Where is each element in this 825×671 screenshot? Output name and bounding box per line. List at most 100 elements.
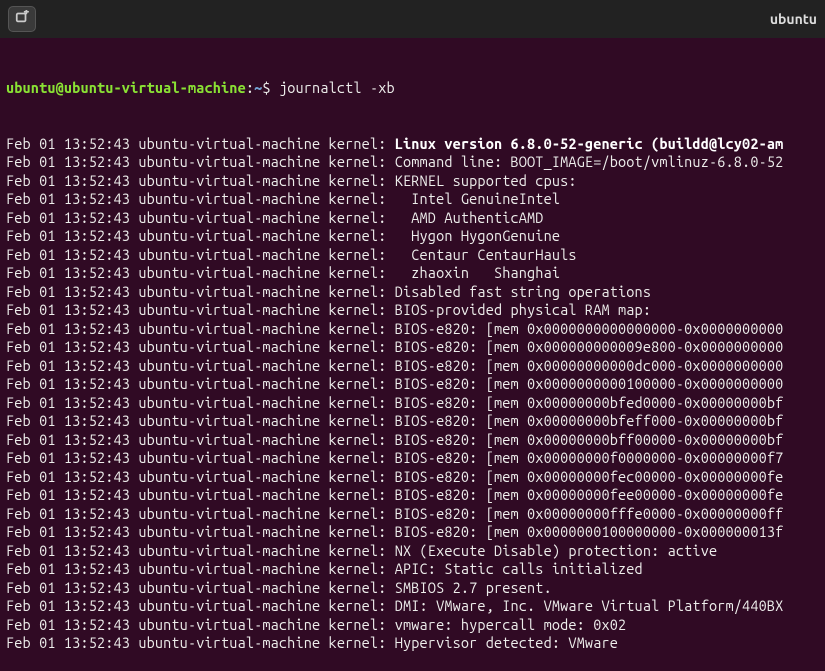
- log-source: kernel:: [329, 153, 395, 170]
- log-line: Feb 01 13:52:43 ubuntu-virtual-machine k…: [6, 227, 819, 246]
- log-message: AMD AuthenticAMD: [395, 209, 544, 226]
- log-host: ubuntu-virtual-machine: [138, 338, 328, 355]
- log-message: Disabled fast string operations: [395, 283, 651, 300]
- log-host: ubuntu-virtual-machine: [138, 172, 328, 189]
- log-timestamp: Feb 01 13:52:43: [6, 394, 138, 411]
- log-line: Feb 01 13:52:43 ubuntu-virtual-machine k…: [6, 431, 819, 450]
- log-line: Feb 01 13:52:43 ubuntu-virtual-machine k…: [6, 486, 819, 505]
- log-host: ubuntu-virtual-machine: [138, 135, 328, 152]
- log-line: Feb 01 13:52:43 ubuntu-virtual-machine k…: [6, 301, 819, 320]
- log-source: kernel:: [329, 301, 395, 318]
- log-source: kernel:: [329, 338, 395, 355]
- log-source: kernel:: [329, 264, 395, 281]
- log-timestamp: Feb 01 13:52:43: [6, 505, 138, 522]
- log-message: BIOS-e820: [mem 0x00000000fee00000-0x000…: [395, 486, 784, 503]
- log-line: Feb 01 13:52:43 ubuntu-virtual-machine k…: [6, 468, 819, 487]
- log-timestamp: Feb 01 13:52:43: [6, 375, 138, 392]
- log-message: BIOS-e820: [mem 0x00000000fffe0000-0x000…: [395, 505, 784, 522]
- prompt-line: ubuntu@ubuntu-virtual-machine:~$ journal…: [6, 79, 819, 98]
- log-host: ubuntu-virtual-machine: [138, 597, 328, 614]
- log-host: ubuntu-virtual-machine: [138, 264, 328, 281]
- log-message: Hypervisor detected: VMware: [395, 634, 618, 651]
- log-host: ubuntu-virtual-machine: [138, 153, 328, 170]
- log-message: Centaur CentaurHauls: [395, 246, 577, 263]
- log-host: ubuntu-virtual-machine: [138, 542, 328, 559]
- log-timestamp: Feb 01 13:52:43: [6, 301, 138, 318]
- log-host: ubuntu-virtual-machine: [138, 523, 328, 540]
- new-tab-button[interactable]: [8, 6, 36, 32]
- log-timestamp: Feb 01 13:52:43: [6, 449, 138, 466]
- log-message: vmware: hypercall mode: 0x02: [395, 616, 627, 633]
- log-line: Feb 01 13:52:43 ubuntu-virtual-machine k…: [6, 634, 819, 653]
- prompt-colon: :: [246, 79, 254, 96]
- log-lines: Feb 01 13:52:43 ubuntu-virtual-machine k…: [6, 135, 819, 653]
- log-timestamp: Feb 01 13:52:43: [6, 542, 138, 559]
- log-line: Feb 01 13:52:43 ubuntu-virtual-machine k…: [6, 172, 819, 191]
- log-source: kernel:: [329, 542, 395, 559]
- log-host: ubuntu-virtual-machine: [138, 616, 328, 633]
- log-host: ubuntu-virtual-machine: [138, 375, 328, 392]
- log-line: Feb 01 13:52:43 ubuntu-virtual-machine k…: [6, 264, 819, 283]
- log-line: Feb 01 13:52:43 ubuntu-virtual-machine k…: [6, 246, 819, 265]
- log-message: NX (Execute Disable) protection: active: [395, 542, 718, 559]
- log-source: kernel:: [329, 634, 395, 651]
- log-source: kernel:: [329, 190, 395, 207]
- log-host: ubuntu-virtual-machine: [138, 209, 328, 226]
- log-host: ubuntu-virtual-machine: [138, 579, 328, 596]
- window-title: ubuntu: [770, 10, 817, 29]
- log-message: KERNEL supported cpus:: [395, 172, 577, 189]
- log-host: ubuntu-virtual-machine: [138, 190, 328, 207]
- log-message: BIOS-provided physical RAM map:: [395, 301, 651, 318]
- log-line: Feb 01 13:52:43 ubuntu-virtual-machine k…: [6, 283, 819, 302]
- new-tab-icon: [15, 10, 29, 29]
- log-message: SMBIOS 2.7 present.: [395, 579, 552, 596]
- log-message: BIOS-e820: [mem 0x00000000bfeff000-0x000…: [395, 412, 784, 429]
- log-timestamp: Feb 01 13:52:43: [6, 523, 138, 540]
- log-host: ubuntu-virtual-machine: [138, 505, 328, 522]
- log-line: Feb 01 13:52:43 ubuntu-virtual-machine k…: [6, 616, 819, 635]
- log-host: ubuntu-virtual-machine: [138, 357, 328, 374]
- log-source: kernel:: [329, 597, 395, 614]
- log-timestamp: Feb 01 13:52:43: [6, 634, 138, 651]
- log-timestamp: Feb 01 13:52:43: [6, 468, 138, 485]
- log-source: kernel:: [329, 394, 395, 411]
- log-message: Linux version 6.8.0-52-generic (buildd@l…: [395, 135, 784, 152]
- titlebar: ubuntu: [0, 0, 825, 38]
- log-line: Feb 01 13:52:43 ubuntu-virtual-machine k…: [6, 523, 819, 542]
- log-message: Hygon HygonGenuine: [395, 227, 560, 244]
- prompt-at: @: [56, 79, 64, 96]
- log-host: ubuntu-virtual-machine: [138, 394, 328, 411]
- log-timestamp: Feb 01 13:52:43: [6, 227, 138, 244]
- log-timestamp: Feb 01 13:52:43: [6, 320, 138, 337]
- log-host: ubuntu-virtual-machine: [138, 449, 328, 466]
- log-message: BIOS-e820: [mem 0x00000000f0000000-0x000…: [395, 449, 784, 466]
- log-host: ubuntu-virtual-machine: [138, 246, 328, 263]
- log-timestamp: Feb 01 13:52:43: [6, 153, 138, 170]
- log-source: kernel:: [329, 449, 395, 466]
- log-host: ubuntu-virtual-machine: [138, 227, 328, 244]
- log-message: BIOS-e820: [mem 0x00000000000dc000-0x000…: [395, 357, 784, 374]
- log-message: Intel GenuineIntel: [395, 190, 560, 207]
- log-timestamp: Feb 01 13:52:43: [6, 172, 138, 189]
- log-timestamp: Feb 01 13:52:43: [6, 283, 138, 300]
- command-text: journalctl -xb: [279, 79, 395, 96]
- log-message: BIOS-e820: [mem 0x0000000000100000-0x000…: [395, 375, 784, 392]
- log-line: Feb 01 13:52:43 ubuntu-virtual-machine k…: [6, 320, 819, 339]
- log-message: BIOS-e820: [mem 0x00000000bfed0000-0x000…: [395, 394, 784, 411]
- log-timestamp: Feb 01 13:52:43: [6, 264, 138, 281]
- log-message: Command line: BOOT_IMAGE=/boot/vmlinuz-6…: [395, 153, 784, 170]
- log-host: ubuntu-virtual-machine: [138, 412, 328, 429]
- log-source: kernel:: [329, 505, 395, 522]
- log-host: ubuntu-virtual-machine: [138, 468, 328, 485]
- prompt-sign: $: [262, 79, 279, 96]
- log-source: kernel:: [329, 523, 395, 540]
- log-host: ubuntu-virtual-machine: [138, 486, 328, 503]
- log-source: kernel:: [329, 283, 395, 300]
- log-message: DMI: VMware, Inc. VMware Virtual Platfor…: [395, 597, 784, 614]
- log-source: kernel:: [329, 412, 395, 429]
- log-message: BIOS-e820: [mem 0x0000000000000000-0x000…: [395, 320, 784, 337]
- log-timestamp: Feb 01 13:52:43: [6, 560, 138, 577]
- terminal-output[interactable]: ubuntu@ubuntu-virtual-machine:~$ journal…: [0, 38, 825, 671]
- log-source: kernel:: [329, 135, 395, 152]
- log-source: kernel:: [329, 468, 395, 485]
